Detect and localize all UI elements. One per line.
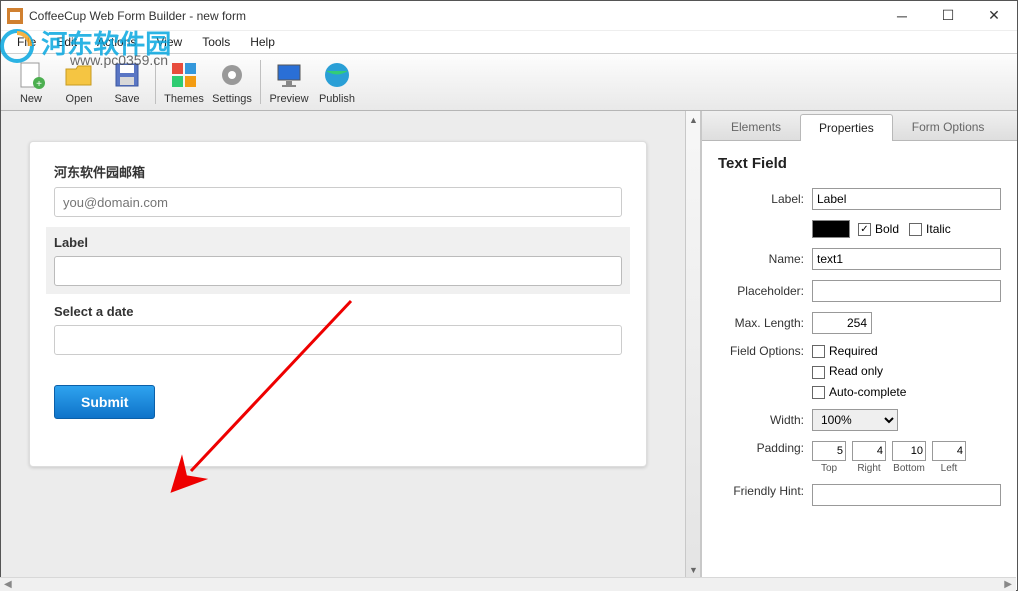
hint-textarea[interactable] (812, 484, 1001, 506)
globe-icon (321, 59, 353, 91)
label-input[interactable] (812, 188, 1001, 210)
monitor-icon (273, 59, 305, 91)
text-field-group[interactable]: Label (46, 227, 630, 294)
vertical-splitter[interactable]: ▲ ▼ (685, 111, 701, 579)
maxlength-label: Max. Length: (718, 316, 812, 330)
menu-help[interactable]: Help (242, 33, 283, 51)
section-title: Text Field (718, 155, 1001, 172)
hint-label: Friendly Hint: (718, 484, 812, 498)
new-file-icon: + (15, 59, 47, 91)
label-color-swatch[interactable] (812, 220, 850, 238)
email-input[interactable] (54, 187, 622, 217)
form-card[interactable]: 河东软件园邮箱 Label Select a date Submit (29, 141, 647, 467)
date-field-group[interactable]: Select a date (54, 304, 622, 355)
panel-body: Text Field Label: Bold Italic Name: Plac… (702, 141, 1017, 579)
themes-icon (168, 59, 200, 91)
autocomplete-checkbox[interactable] (812, 386, 825, 399)
tab-properties[interactable]: Properties (800, 114, 893, 141)
close-button[interactable]: ✕ (971, 1, 1017, 31)
horizontal-scrollbar[interactable]: ◀ ▶ (0, 577, 1016, 591)
form-canvas[interactable]: 河东软件园邮箱 Label Select a date Submit (1, 111, 685, 579)
width-select[interactable]: 100% (812, 409, 898, 431)
name-input[interactable] (812, 248, 1001, 270)
width-label: Width: (718, 413, 812, 427)
gear-icon (216, 59, 248, 91)
bold-checkbox[interactable] (858, 223, 871, 236)
field-label: Label (54, 235, 622, 250)
italic-checkbox[interactable] (909, 223, 922, 236)
toolbar-separator (260, 60, 261, 104)
save-button[interactable]: Save (103, 56, 151, 108)
name-label: Name: (718, 252, 812, 266)
padding-top-input[interactable] (812, 441, 846, 461)
field-label: Select a date (54, 304, 622, 319)
tab-elements[interactable]: Elements (712, 113, 800, 140)
toolbar: + New Open Save Themes Settings Preview … (1, 53, 1017, 111)
tab-form-options[interactable]: Form Options (893, 113, 1004, 140)
field-label: 河东软件园邮箱 (54, 162, 622, 181)
publish-button[interactable]: Publish (313, 56, 361, 108)
themes-button[interactable]: Themes (160, 56, 208, 108)
chevron-up-icon: ▲ (689, 115, 698, 125)
date-input[interactable] (54, 325, 622, 355)
chevron-left-icon[interactable]: ◀ (4, 579, 12, 590)
menu-file[interactable]: File (9, 33, 44, 51)
window-title: CoffeeCup Web Form Builder - new form (29, 9, 879, 23)
menu-tools[interactable]: Tools (194, 33, 238, 51)
maximize-button[interactable]: ☐ (925, 1, 971, 31)
padding-right-input[interactable] (852, 441, 886, 461)
svg-text:+: + (36, 79, 42, 90)
padding-left-input[interactable] (932, 441, 966, 461)
minimize-button[interactable]: ─ (879, 1, 925, 31)
settings-button[interactable]: Settings (208, 56, 256, 108)
email-field-group[interactable]: 河东软件园邮箱 (54, 162, 622, 217)
title-bar: CoffeeCup Web Form Builder - new form ─ … (1, 1, 1017, 31)
floppy-icon (111, 59, 143, 91)
toolbar-separator (155, 60, 156, 104)
fieldoptions-label: Field Options: (718, 344, 812, 358)
menu-actions[interactable]: Actions (89, 33, 144, 51)
readonly-checkbox[interactable] (812, 366, 825, 379)
padding-bottom-input[interactable] (892, 441, 926, 461)
chevron-right-icon[interactable]: ▶ (1004, 579, 1012, 590)
menu-bar: File Edit Actions View Tools Help (1, 31, 1017, 53)
placeholder-label: Placeholder: (718, 284, 812, 298)
folder-open-icon (63, 59, 95, 91)
padding-label: Padding: (718, 441, 812, 455)
text-input[interactable] (54, 256, 622, 286)
app-icon (7, 8, 23, 24)
placeholder-input[interactable] (812, 280, 1001, 302)
label-label: Label: (718, 192, 812, 206)
new-button[interactable]: + New (7, 56, 55, 108)
required-checkbox[interactable] (812, 345, 825, 358)
properties-panel: Elements Properties Form Options Text Fi… (701, 111, 1017, 579)
chevron-down-icon: ▼ (689, 565, 698, 575)
menu-view[interactable]: View (148, 33, 190, 51)
submit-button[interactable]: Submit (54, 385, 155, 419)
preview-button[interactable]: Preview (265, 56, 313, 108)
menu-edit[interactable]: Edit (48, 33, 85, 51)
open-button[interactable]: Open (55, 56, 103, 108)
panel-tabs: Elements Properties Form Options (702, 111, 1017, 141)
maxlength-input[interactable] (812, 312, 872, 334)
